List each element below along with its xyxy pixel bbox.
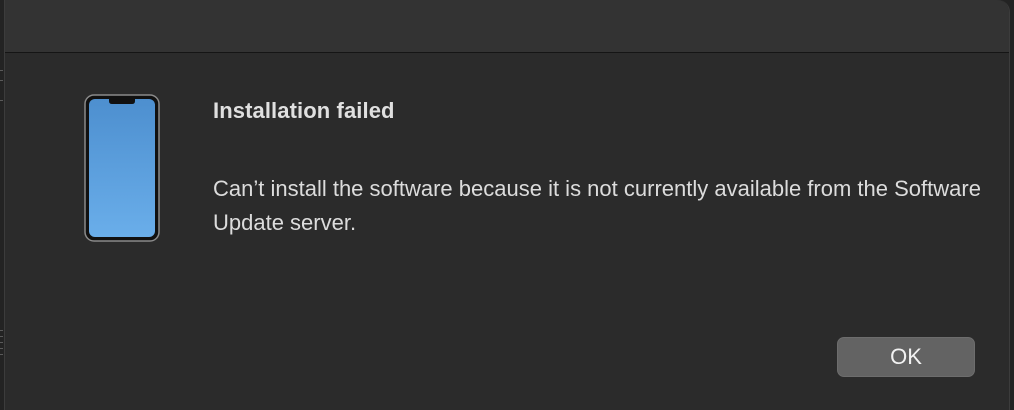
ok-button[interactable]: OK [837, 337, 975, 377]
iphone-icon [84, 94, 160, 242]
dialog-title: Installation failed [213, 98, 395, 123]
alert-dialog: Installation failed Can’t install the so… [4, 0, 1010, 410]
window-title-bar [5, 0, 1009, 53]
dialog-message: Can’t install the software because it is… [213, 176, 981, 235]
